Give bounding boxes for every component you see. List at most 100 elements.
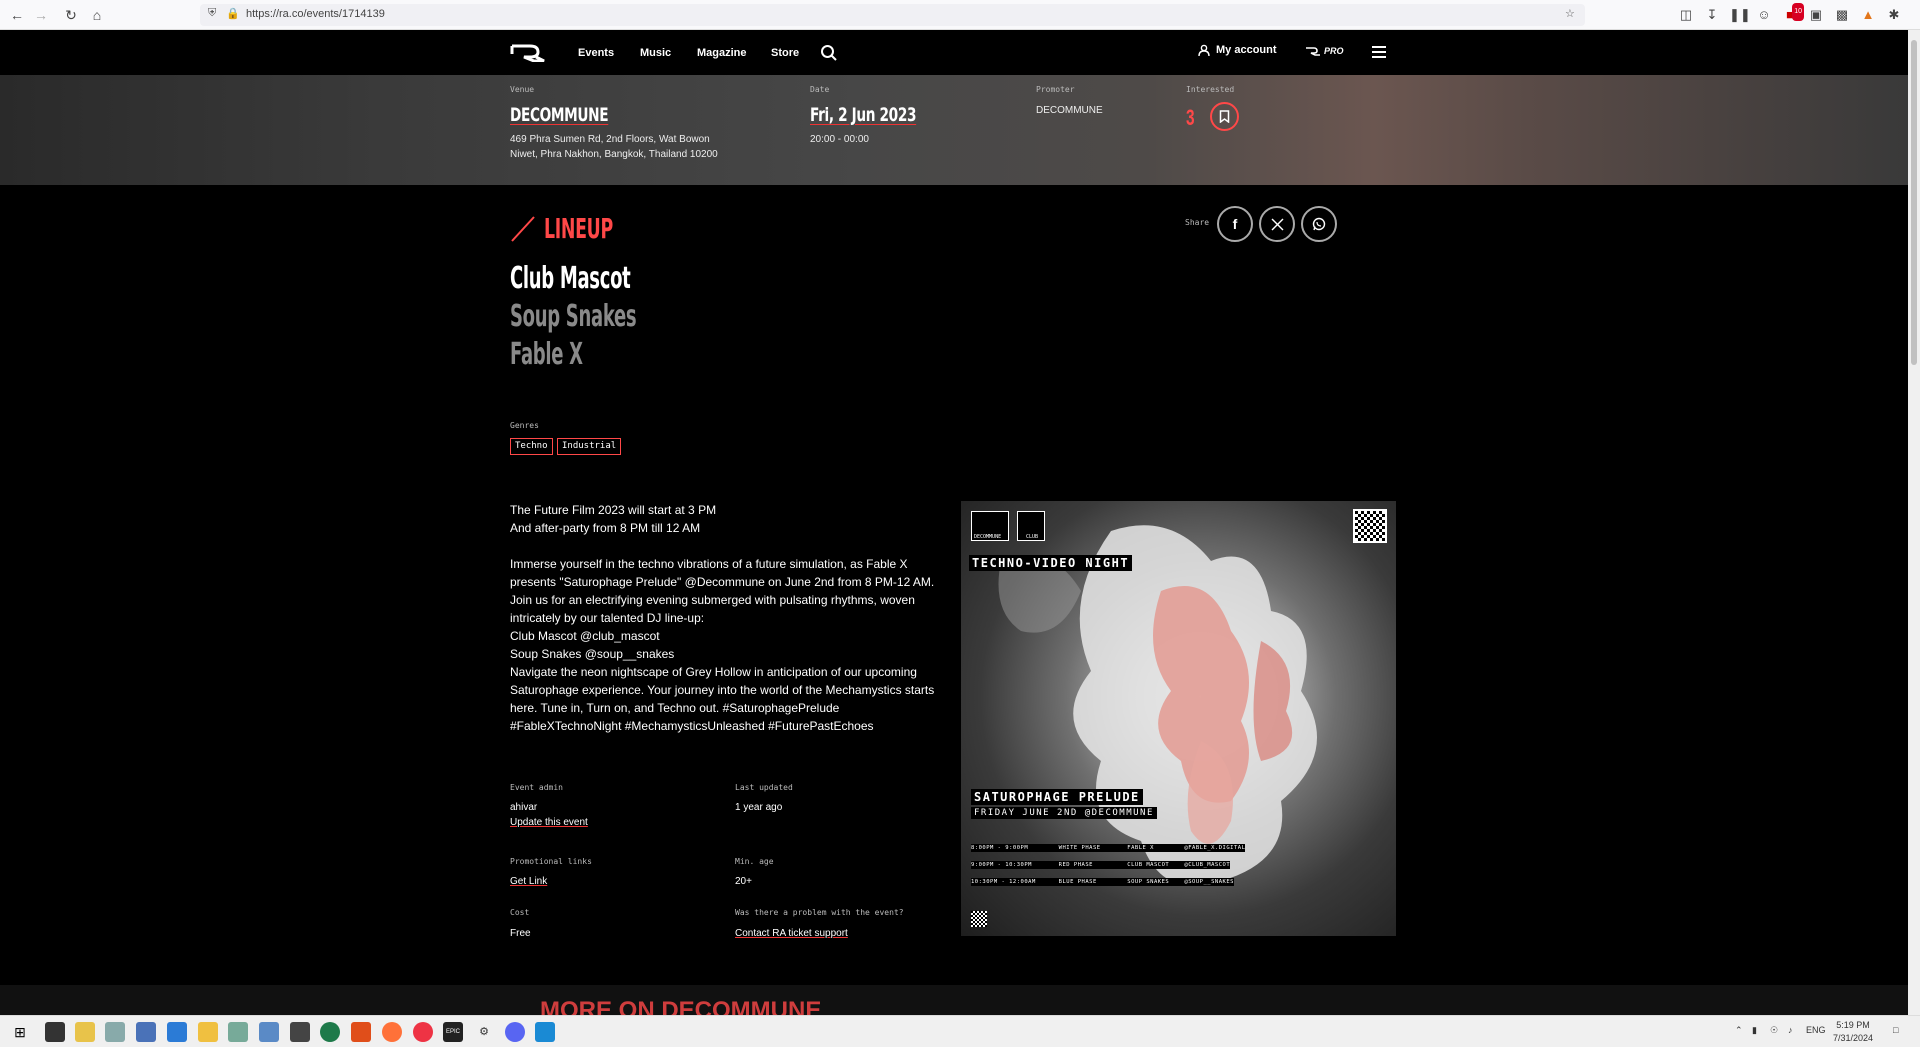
min-age-value: 20+ — [735, 876, 752, 887]
description-line: Club Mascot @club_mascot — [510, 629, 660, 643]
venue-address-line1: 469 Phra Sumen Rd, 2nd Floors, Wat Bowon — [510, 134, 710, 145]
save-event-button[interactable] — [1210, 102, 1239, 131]
extension-icon-2[interactable]: ▩ — [1833, 6, 1851, 24]
chrome-icon[interactable] — [413, 1022, 433, 1042]
scrollbar-thumb[interactable] — [1911, 40, 1917, 365]
event-description-intro: The Future Film 2023 will start at 3 PM … — [510, 501, 950, 537]
update-event-link[interactable]: Update this event — [510, 817, 588, 828]
genre-tag-industrial[interactable]: Industrial — [557, 438, 622, 455]
system-clock[interactable]: 5:19 PM 7/31/2024 — [1833, 1019, 1873, 1045]
tray-usb-icon[interactable]: ▮ — [1752, 1025, 1757, 1036]
language-indicator[interactable]: ENG — [1806, 1025, 1826, 1035]
bookmark-icon — [1219, 110, 1230, 123]
tray-chevron-icon[interactable]: ⌃ — [1735, 1025, 1743, 1036]
url-bar[interactable]: ⛨ 🔒 https://ra.co/events/1714139 ☆ — [200, 4, 1585, 26]
app-icon[interactable] — [105, 1022, 125, 1042]
pro-label: PRO — [1324, 46, 1344, 56]
back-icon[interactable]: ← — [8, 6, 26, 24]
windows-start-icon[interactable]: ⊞ — [10, 1022, 30, 1042]
interested-count: 3 — [1186, 105, 1195, 130]
artist-fable-x: Fable X — [510, 337, 583, 372]
pocket-icon[interactable]: ◫ — [1677, 6, 1695, 24]
bookmark-star-icon[interactable]: ☆ — [1565, 7, 1575, 20]
nav-store[interactable]: Store — [771, 47, 799, 59]
reload-icon[interactable]: ↻ — [62, 6, 80, 24]
forward-icon[interactable]: → — [32, 6, 50, 24]
flyer-logo-decommune: DECOMMUNE — [974, 534, 1002, 540]
description-line: And after-party from 8 PM till 12 AM — [510, 521, 701, 535]
venue-label: Venue — [510, 85, 535, 94]
description-line: Navigate the neon nightscape of Grey Hol… — [510, 665, 917, 679]
description-line: Soup Snakes @soup__snakes — [510, 647, 675, 661]
get-link[interactable]: Get Link — [510, 876, 547, 887]
artist-soup-snakes: Soup Snakes — [510, 299, 637, 334]
share-whatsapp-button[interactable] — [1301, 206, 1337, 242]
min-age-label: Min. age — [735, 857, 774, 866]
url-text[interactable]: https://ra.co/events/1714139 — [246, 8, 385, 20]
flyer-title: SATUROPHAGE PRELUDE — [971, 789, 1143, 805]
date-link[interactable]: Fri, 2 Jun 2023 — [810, 104, 917, 126]
app-icon-4[interactable] — [259, 1022, 279, 1042]
description-line: Immerse yourself in the techno vibration… — [510, 557, 908, 571]
description-line: presents "Saturophage Prelude" @Decommun… — [510, 575, 935, 589]
ra-logo-icon[interactable] — [510, 44, 550, 62]
app-icon-7[interactable] — [535, 1022, 555, 1042]
discord-icon[interactable] — [505, 1022, 525, 1042]
share-facebook-button[interactable]: f — [1217, 206, 1253, 242]
artist-link-club-mascot[interactable]: Club Mascot — [510, 261, 631, 296]
extension-icon[interactable]: ▣ — [1807, 6, 1825, 24]
search-icon[interactable] — [820, 44, 838, 62]
nav-events[interactable]: Events — [578, 47, 614, 59]
tray-network-icon[interactable]: ☉ — [1770, 1025, 1778, 1036]
downloads-icon[interactable]: ↧ — [1703, 6, 1721, 24]
description-line: intricately by our talented DJ line-up: — [510, 611, 705, 625]
calculator-icon[interactable] — [136, 1022, 156, 1042]
shield-icon[interactable]: ⛨ — [208, 7, 216, 20]
app-icon-5[interactable] — [290, 1022, 310, 1042]
flyer-schedule-row: 10:30PM - 12:00AM BLUE PHASE SOUP SNAKES… — [971, 878, 1234, 886]
file-explorer-icon[interactable] — [198, 1022, 218, 1042]
nav-magazine[interactable]: Magazine — [697, 47, 747, 59]
share-x-button[interactable] — [1259, 206, 1295, 242]
genre-tag-techno[interactable]: Techno — [510, 438, 553, 455]
promoter-link[interactable]: DECOMMUNE — [1036, 103, 1103, 118]
extensions-puzzle-icon[interactable]: ✱ — [1885, 6, 1903, 24]
tray-volume-icon[interactable]: ♪ — [1788, 1025, 1793, 1035]
description-line: Join us for an electrifying evening subm… — [510, 593, 915, 607]
date-label: Date — [810, 85, 830, 94]
page-scrollbar[interactable] — [1908, 30, 1920, 1015]
brave-icon[interactable] — [351, 1022, 371, 1042]
account-icon[interactable]: ☺ — [1755, 6, 1773, 24]
task-view-icon[interactable] — [45, 1022, 65, 1042]
venue-link[interactable]: DECOMMUNE — [510, 104, 609, 126]
last-updated-label: Last updated — [735, 783, 793, 792]
metamask-icon[interactable]: ▲ — [1859, 6, 1877, 24]
lock-icon[interactable]: 🔒 — [226, 7, 240, 20]
library-icon[interactable]: ❚❚ — [1729, 6, 1751, 24]
facebook-icon: f — [1232, 216, 1238, 232]
app-icon-6[interactable] — [320, 1022, 340, 1042]
lineup-heading: LINEUP — [510, 212, 655, 245]
ra-pro-link[interactable]: PRO — [1305, 46, 1344, 56]
flyer-logo-club: CLUB — [1026, 534, 1039, 540]
home-icon[interactable]: ⌂ — [88, 6, 106, 24]
sticky-notes-icon[interactable] — [75, 1022, 95, 1042]
app-icon-3[interactable] — [228, 1022, 248, 1042]
nav-music[interactable]: Music — [640, 47, 671, 59]
settings-gear-icon[interactable]: ⚙ — [474, 1022, 494, 1042]
share-label: Share — [1185, 218, 1210, 227]
x-twitter-icon — [1271, 218, 1283, 230]
firefox-icon[interactable] — [382, 1022, 402, 1042]
contact-support-link[interactable]: Contact RA ticket support — [735, 928, 848, 939]
notifications-icon[interactable]: □ — [1893, 1025, 1898, 1035]
hamburger-menu-icon[interactable] — [1372, 46, 1386, 58]
extension-badge: 10 — [1792, 3, 1804, 21]
epic-games-icon[interactable]: EPIC — [443, 1022, 463, 1042]
my-account-button[interactable]: My account — [1198, 44, 1277, 56]
event-flyer-image[interactable]: DECOMMUNE CLUB TECHNO-VIDEO NIGHT SATURO… — [961, 501, 1396, 936]
ublock-icon[interactable]: ■ 10 — [1781, 3, 1804, 24]
app-icon-2[interactable] — [167, 1022, 187, 1042]
more-on-venue-section: MORE ON DECOMMUNE — [0, 985, 1908, 1015]
interested-label: Interested — [1186, 85, 1235, 94]
small-qr-code-icon — [971, 911, 987, 927]
